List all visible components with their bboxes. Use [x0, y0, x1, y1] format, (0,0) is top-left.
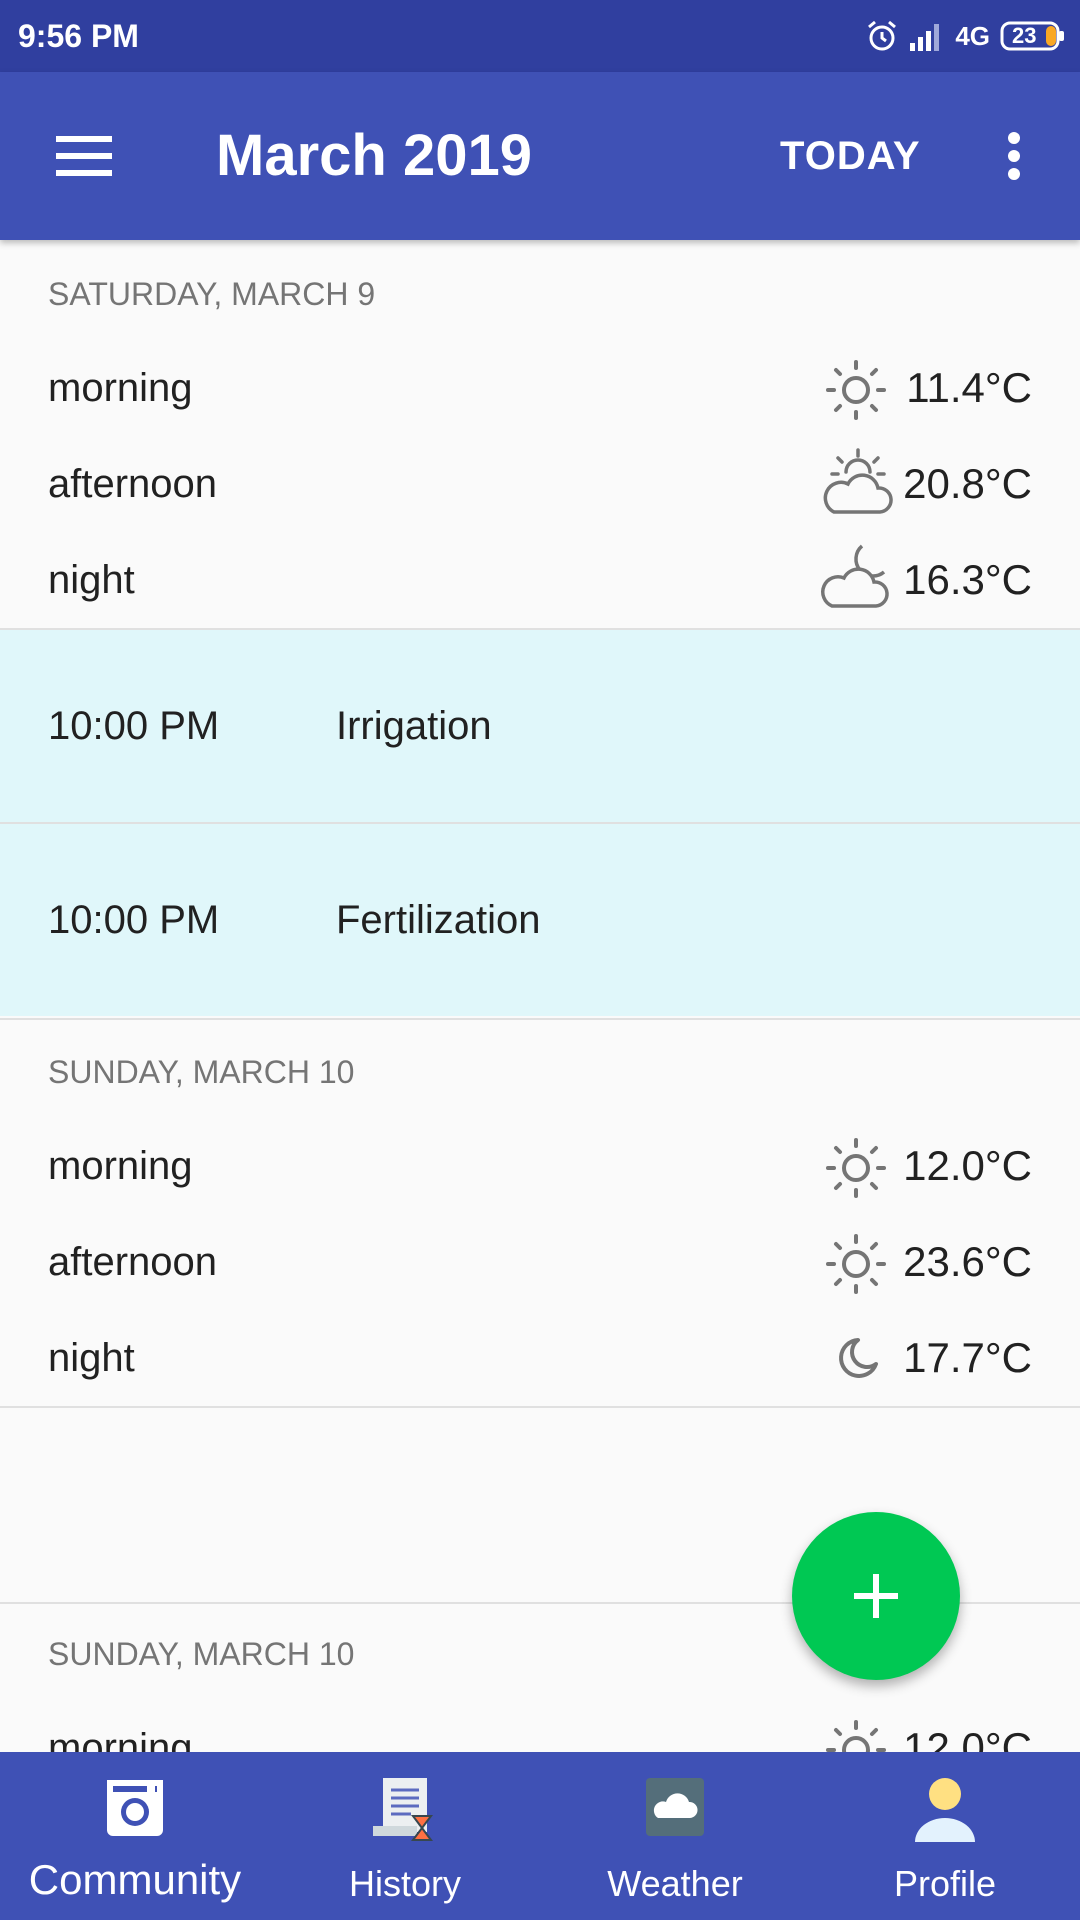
- moon-icon: [839, 1338, 878, 1378]
- bottom-navigation: Community History Weather Profile: [0, 1752, 1080, 1920]
- battery-level: 23: [1012, 23, 1037, 48]
- sun-cloud-icon: [823, 448, 893, 514]
- period-label: night: [48, 1336, 135, 1380]
- add-event-button[interactable]: [792, 1512, 960, 1680]
- profile-icon: [915, 1778, 975, 1842]
- menu-button[interactable]: [40, 118, 128, 194]
- divider: [0, 1406, 1080, 1408]
- moon-cloud-icon: [821, 544, 889, 608]
- alarm-icon: [865, 19, 899, 53]
- day-header: SUNDAY, MARCH 10: [48, 1636, 355, 1672]
- sun-icon: [826, 1720, 886, 1752]
- status-bar: 9:56 PM 4G 23: [0, 0, 1080, 72]
- camera-icon: [107, 1780, 163, 1836]
- signal-icon: [909, 21, 945, 51]
- nav-label: Community: [28, 1856, 242, 1903]
- network-type: 4G: [955, 21, 990, 51]
- period-label: afternoon: [48, 1240, 218, 1284]
- battery-icon: 23: [1000, 21, 1066, 51]
- nav-weather[interactable]: Weather: [540, 1752, 810, 1920]
- more-options-button[interactable]: [986, 124, 1042, 188]
- cloud-icon: [646, 1778, 704, 1836]
- hamburger-icon: [56, 136, 112, 176]
- nav-profile[interactable]: Profile: [810, 1752, 1080, 1920]
- divider: [0, 1018, 1080, 1020]
- event-row[interactable]: 10:00 PM Irrigation: [0, 630, 1080, 822]
- more-vert-icon: [1008, 132, 1020, 180]
- temperature: 12.0°C: [903, 1142, 1032, 1189]
- today-button[interactable]: TODAY: [780, 132, 921, 180]
- event-title: Fertilization: [336, 898, 541, 942]
- nav-label: Weather: [607, 1863, 743, 1904]
- history-icon: [373, 1778, 433, 1841]
- status-time: 9:56 PM: [18, 18, 139, 54]
- nav-community[interactable]: Community: [0, 1752, 270, 1920]
- sun-icon: [826, 1234, 886, 1294]
- temperature: 11.4°C: [906, 364, 1032, 411]
- page-title: March 2019: [216, 123, 532, 188]
- period-label: morning: [48, 1726, 193, 1752]
- temperature: 17.7°C: [903, 1334, 1032, 1381]
- temperature: 16.3°C: [903, 556, 1032, 603]
- event-time: 10:00 PM: [48, 704, 220, 748]
- event-title: Irrigation: [336, 704, 492, 748]
- sun-icon: [826, 1138, 886, 1198]
- nav-history[interactable]: History: [270, 1752, 540, 1920]
- period-label: morning: [48, 1144, 193, 1188]
- plus-icon: [854, 1574, 898, 1618]
- nav-label: Profile: [893, 1863, 997, 1904]
- temperature: 12.0°C: [903, 1724, 1032, 1752]
- app-bar: March 2019 TODAY: [0, 72, 1080, 240]
- period-label: night: [48, 558, 135, 602]
- status-icons: 4G 23: [865, 16, 1066, 56]
- sun-icon: [826, 360, 886, 420]
- nav-label: History: [348, 1863, 461, 1904]
- period-label: morning: [48, 366, 193, 410]
- temperature: 23.6°C: [903, 1238, 1032, 1285]
- event-time: 10:00 PM: [48, 898, 220, 942]
- day-header: SATURDAY, MARCH 9: [48, 276, 376, 312]
- temperature: 20.8°C: [903, 460, 1032, 507]
- day-header: SUNDAY, MARCH 10: [48, 1054, 355, 1090]
- event-row[interactable]: 10:00 PM Fertilization: [0, 824, 1080, 1016]
- period-label: afternoon: [48, 462, 218, 506]
